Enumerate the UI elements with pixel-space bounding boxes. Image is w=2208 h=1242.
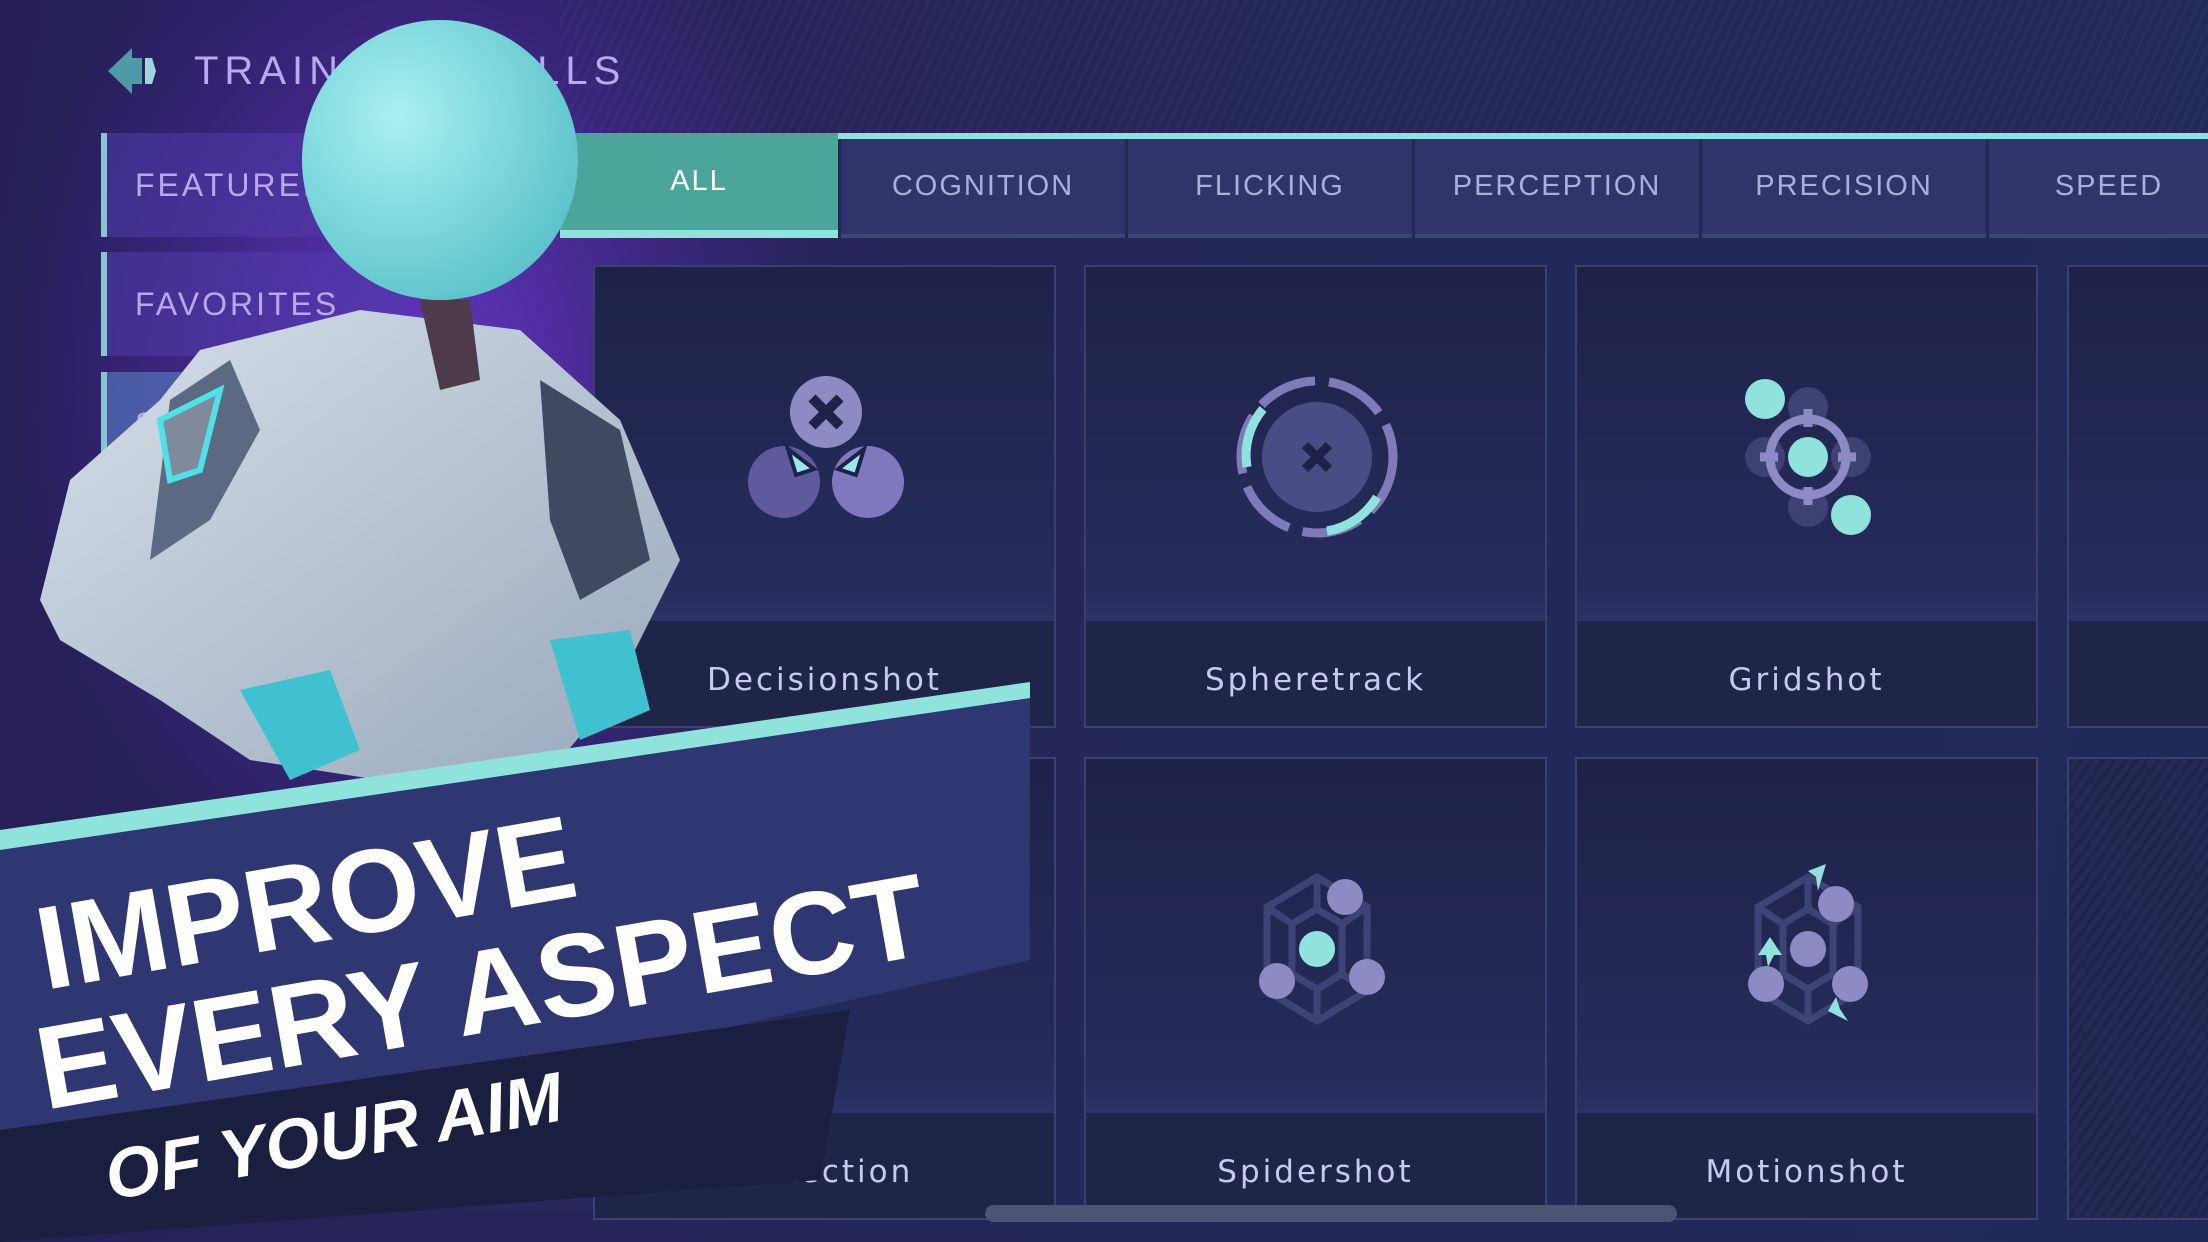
horizontal-scrollbar[interactable] <box>985 1205 1677 1222</box>
card-label-band <box>2069 621 2208 726</box>
drill-card-spidershot[interactable]: Spidershot <box>1084 757 1547 1220</box>
gridshot-icon <box>1745 379 1871 535</box>
drill-card-detection[interactable]: Detection <box>593 757 1056 1220</box>
tab-precision[interactable]: PRECISION <box>1702 139 1986 238</box>
decisionshot-icon <box>748 376 904 518</box>
drill-card-spheretrack[interactable]: Spheretrack <box>1084 265 1547 728</box>
tab-label: FLICKING <box>1195 170 1345 202</box>
tab-flicking[interactable]: FLICKING <box>1128 139 1412 238</box>
sphere-head <box>302 20 578 300</box>
tab-label: PRECISION <box>1755 170 1933 202</box>
motionshot-icon <box>1748 864 1868 1026</box>
spheretrack-icon <box>1236 376 1398 538</box>
tab-label: PERCEPTION <box>1452 170 1662 202</box>
spidershot-icon <box>1259 872 1385 1026</box>
category-tabs: ALL COGNITION FLICKING PERCEPTION PRECIS… <box>560 133 2208 238</box>
tab-cognition[interactable]: COGNITION <box>841 139 1125 238</box>
drill-name: Gridshot <box>1728 662 1885 698</box>
drill-name: Spidershot <box>1217 1154 1414 1190</box>
drill-card-motionshot[interactable]: Motionshot <box>1575 757 2038 1220</box>
tab-speed[interactable]: SPEED <box>1989 139 2208 238</box>
character-illustration <box>40 20 680 780</box>
drill-name: Motionshot <box>1705 1154 1908 1190</box>
drill-name: Detection <box>735 1154 914 1190</box>
drill-card-placeholder <box>2067 757 2208 1220</box>
drill-card-partial[interactable] <box>2067 265 2208 728</box>
tab-label: COGNITION <box>891 170 1075 202</box>
drill-card-gridshot[interactable]: Gridshot <box>1575 265 2038 728</box>
drill-name: Spheretrack <box>1204 662 1427 698</box>
tab-label: SPEED <box>2054 170 2164 202</box>
header-texture <box>560 0 2208 140</box>
tab-perception[interactable]: PERCEPTION <box>1415 139 1699 238</box>
